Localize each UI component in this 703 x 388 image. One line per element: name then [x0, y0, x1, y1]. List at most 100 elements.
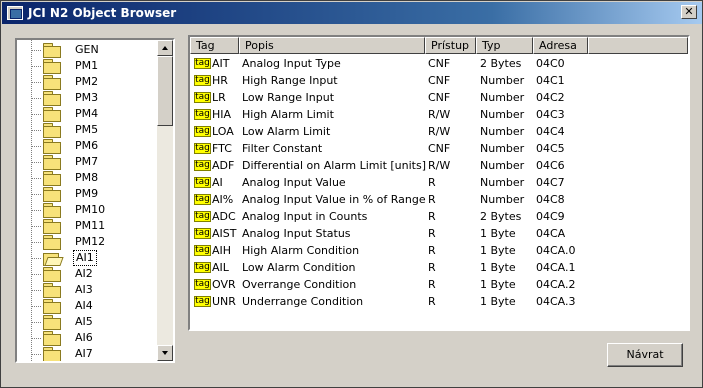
folder-icon: [41, 91, 61, 106]
close-button[interactable]: ✕: [681, 5, 697, 19]
table-row[interactable]: tag AI% Analog Input Value in % of Range R N…: [190, 191, 688, 208]
table-row[interactable]: tag LR Low Range Input CNF Number 04C2: [190, 89, 688, 106]
tree-item[interactable]: PM4: [41, 106, 156, 122]
column-header-adresa[interactable]: Adresa: [533, 37, 588, 54]
tree-item[interactable]: PM8: [41, 170, 156, 186]
cell-adresa: 04CA: [536, 227, 566, 240]
tree-scrollbar[interactable]: [157, 40, 173, 361]
tree-connector: [32, 130, 41, 131]
tag-icon: tag: [194, 296, 211, 307]
tree-connector: [32, 162, 41, 163]
object-list[interactable]: Tag Popis Prístup Typ Adresa tag AIT Analo…: [188, 35, 690, 331]
tree-item[interactable]: PM7: [41, 154, 156, 170]
folder-icon: [41, 171, 61, 186]
table-row[interactable]: tag HR High Range Input CNF Number 04C1: [190, 72, 688, 89]
tree-item[interactable]: AI4: [41, 298, 156, 314]
cell-tag: HR: [212, 74, 228, 87]
cell-tag: AIH: [212, 244, 232, 257]
table-row[interactable]: tag UNR Underrange Condition R 1 Byte 04CA.3: [190, 293, 688, 310]
folder-icon: [41, 283, 61, 298]
cell-pristup: R: [428, 210, 436, 223]
cell-popis: High Alarm Condition: [242, 244, 360, 257]
tree-item[interactable]: AI7: [41, 346, 156, 361]
folder-icon: [41, 43, 61, 58]
folder-icon: [41, 235, 61, 250]
tree-item-label: AI4: [75, 299, 93, 312]
column-header-tag[interactable]: Tag: [190, 37, 239, 54]
table-row[interactable]: tag LOA Low Alarm Limit R/W Number 04C4: [190, 123, 688, 140]
table-row[interactable]: tag AI Analog Input Value R Number 04C7: [190, 174, 688, 191]
tree-item[interactable]: PM10: [41, 202, 156, 218]
scroll-down-button[interactable]: [157, 345, 173, 361]
tree-item-label: PM11: [75, 219, 106, 232]
tree-connector: [32, 274, 41, 275]
tree-item-label: PM8: [75, 171, 99, 184]
tree-connector: [32, 354, 41, 355]
cell-pristup: R: [428, 244, 436, 257]
tree-item[interactable]: PM5: [41, 122, 156, 138]
tree-item[interactable]: AI6: [41, 330, 156, 346]
table-row[interactable]: tag AIT Analog Input Type CNF 2 Bytes 04C0: [190, 55, 688, 72]
tree-item-label: PM12: [75, 235, 106, 248]
tree-item[interactable]: PM3: [41, 90, 156, 106]
table-row[interactable]: tag AIST Analog Input Status R 1 Byte 04CA: [190, 225, 688, 242]
tree-connector: [32, 146, 41, 147]
folder-open-icon: [41, 251, 61, 266]
tree-item[interactable]: PM12: [41, 234, 156, 250]
scroll-up-button[interactable]: [157, 40, 173, 56]
tree-item[interactable]: PM1: [41, 58, 156, 74]
folder-icon: [41, 347, 61, 361]
tree-item[interactable]: AI5: [41, 314, 156, 330]
cell-tag: AI%: [212, 193, 234, 206]
tree-view[interactable]: GEN PM1 PM2 PM3 PM4 PM5 PM6 PM7 PM8 PM9 PM10 PM11 PM…: [15, 38, 175, 363]
tree-item[interactable]: PM11: [41, 218, 156, 234]
cell-typ: 1 Byte: [480, 244, 516, 257]
folder-icon: [41, 219, 61, 234]
cell-adresa: 04C1: [536, 74, 565, 87]
tree-item[interactable]: PM2: [41, 74, 156, 90]
tag-icon: tag: [194, 194, 211, 205]
table-row[interactable]: tag OVR Overrange Condition R 1 Byte 04CA.2: [190, 276, 688, 293]
cell-tag: ADC: [212, 210, 236, 223]
cell-typ: Number: [480, 176, 525, 189]
return-button[interactable]: Návrat: [607, 343, 683, 367]
table-row[interactable]: tag ADC Analog Input in Counts R 2 Bytes 04C9: [190, 208, 688, 225]
cell-tag: OVR: [212, 278, 236, 291]
cell-tag: LR: [212, 91, 226, 104]
tree-item[interactable]: GEN: [41, 42, 156, 58]
tree-connector: [32, 290, 41, 291]
folder-icon: [41, 155, 61, 170]
folder-icon: [41, 123, 61, 138]
cell-typ: Number: [480, 91, 525, 104]
cell-popis: Filter Constant: [242, 142, 323, 155]
tree-item-label: PM7: [75, 155, 99, 168]
tree-item[interactable]: AI3: [41, 282, 156, 298]
table-row[interactable]: tag HIA High Alarm Limit R/W Number 04C3: [190, 106, 688, 123]
title-bar[interactable]: JCI N2 Object Browser ✕: [2, 2, 702, 24]
tree-item[interactable]: AI2: [41, 266, 156, 282]
cell-pristup: R/W: [428, 159, 451, 172]
column-header-typ[interactable]: Typ: [476, 37, 533, 54]
table-row[interactable]: tag AIH High Alarm Condition R 1 Byte 04CA.0: [190, 242, 688, 259]
table-row[interactable]: tag FTC Filter Constant CNF Number 04C5: [190, 140, 688, 157]
tree-connector: [32, 50, 41, 51]
cell-popis: High Range Input: [242, 74, 338, 87]
scroll-thumb[interactable]: [157, 56, 173, 126]
cell-adresa: 04C6: [536, 159, 565, 172]
column-header-popis[interactable]: Popis: [239, 37, 425, 54]
cell-pristup: R: [428, 261, 436, 274]
table-row[interactable]: tag AIL Low Alarm Condition R 1 Byte 04CA.1: [190, 259, 688, 276]
tag-icon: tag: [194, 245, 211, 256]
tree-connector: [32, 258, 41, 259]
column-header-pristup[interactable]: Prístup: [425, 37, 476, 54]
folder-icon: [41, 299, 61, 314]
tree-item[interactable]: PM9: [41, 186, 156, 202]
table-row[interactable]: tag ADF Differential on Alarm Limit [units…: [190, 157, 688, 174]
tree-item[interactable]: AI1: [41, 250, 156, 266]
tree-connector: [32, 98, 41, 99]
folder-icon: [41, 59, 61, 74]
tree-item[interactable]: PM6: [41, 138, 156, 154]
tag-icon: tag: [194, 58, 211, 69]
cell-popis: Underrange Condition: [242, 295, 364, 308]
tree-item-label: PM2: [75, 75, 99, 88]
